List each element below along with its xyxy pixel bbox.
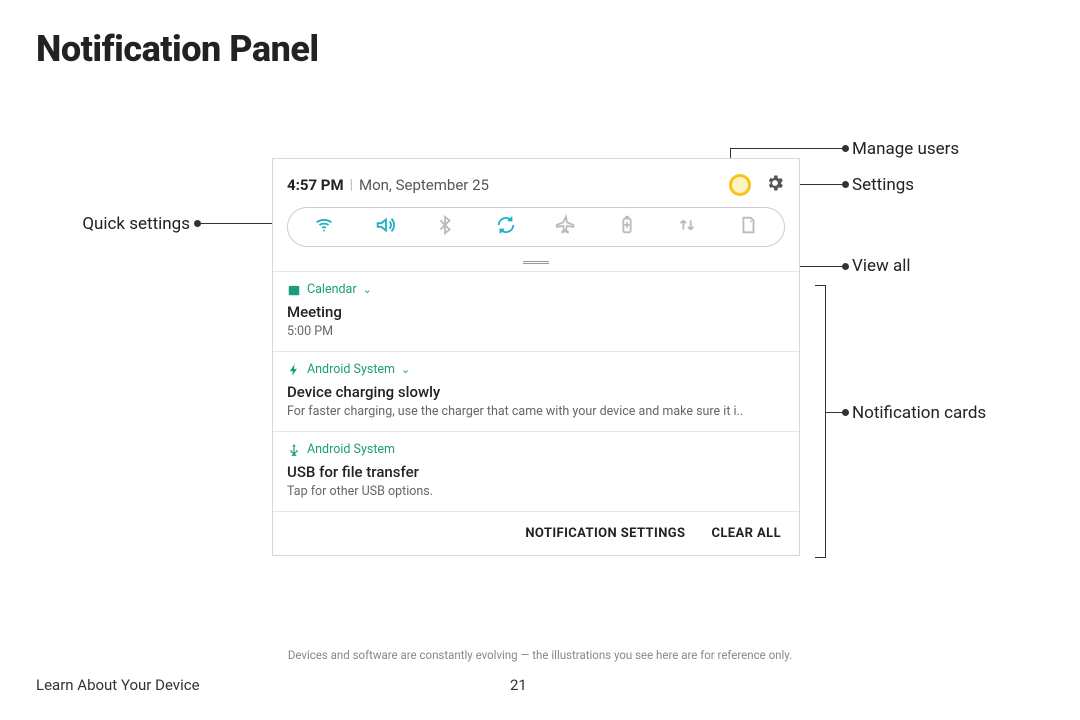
- card-app-name: Android System: [307, 442, 395, 457]
- disclaimer-text: Devices and software are constantly evol…: [0, 648, 1080, 662]
- panel-footer: NOTIFICATION SETTINGS CLEAR ALL: [273, 511, 799, 555]
- card-title: Device charging slowly: [287, 383, 785, 401]
- card-title: USB for file transfer: [287, 463, 785, 481]
- wifi-icon[interactable]: [313, 214, 335, 240]
- callout-settings: Settings: [852, 175, 914, 195]
- page-title: Notification Panel: [36, 28, 319, 70]
- sd-icon[interactable]: [737, 214, 759, 240]
- bluetooth-icon[interactable]: [434, 214, 456, 240]
- calendar-icon: [287, 283, 301, 297]
- data-icon[interactable]: [676, 214, 698, 240]
- divider: |: [350, 177, 353, 193]
- chevron-down-icon[interactable]: ⌄: [401, 363, 410, 376]
- rotate-icon[interactable]: [495, 214, 517, 240]
- notification-card[interactable]: Calendar ⌄ Meeting 5:00 PM: [273, 271, 799, 351]
- page-number: 21: [510, 676, 527, 694]
- expand-handle[interactable]: [273, 253, 799, 271]
- status-date: Mon, September 25: [359, 176, 489, 194]
- quick-settings-bar: [287, 207, 785, 247]
- gear-icon[interactable]: [765, 173, 785, 197]
- status-time: 4:57 PM: [287, 176, 344, 194]
- airplane-icon[interactable]: [555, 214, 577, 240]
- section-label: Learn About Your Device: [36, 676, 200, 694]
- notification-settings-button[interactable]: NOTIFICATION SETTINGS: [525, 526, 685, 541]
- callout-view-all: View all: [852, 256, 910, 276]
- callout-notification-cards: Notification cards: [852, 403, 986, 423]
- notification-card[interactable]: Android System ⌄ Device charging slowly …: [273, 351, 799, 431]
- usb-icon: [287, 443, 301, 457]
- power-save-icon[interactable]: [616, 214, 638, 240]
- panel-header: 4:57 PM | Mon, September 25: [273, 159, 799, 207]
- callout-quick-settings: Quick settings: [82, 214, 190, 234]
- card-title: Meeting: [287, 303, 785, 321]
- notification-card[interactable]: Android System USB for file transfer Tap…: [273, 431, 799, 511]
- card-subtitle: Tap for other USB options.: [287, 484, 785, 499]
- chevron-down-icon[interactable]: ⌄: [363, 283, 372, 296]
- clear-all-button[interactable]: CLEAR ALL: [711, 526, 781, 541]
- notification-panel: 4:57 PM | Mon, September 25 Calendar ⌄ M…: [272, 158, 800, 556]
- card-subtitle: For faster charging, use the charger tha…: [287, 404, 785, 419]
- card-app-name: Android System: [307, 362, 395, 377]
- user-icon[interactable]: [729, 174, 751, 196]
- card-subtitle: 5:00 PM: [287, 324, 785, 339]
- sound-icon[interactable]: [374, 214, 396, 240]
- card-app-name: Calendar: [307, 282, 357, 297]
- callout-manage-users: Manage users: [852, 139, 959, 159]
- bolt-icon: [287, 363, 301, 377]
